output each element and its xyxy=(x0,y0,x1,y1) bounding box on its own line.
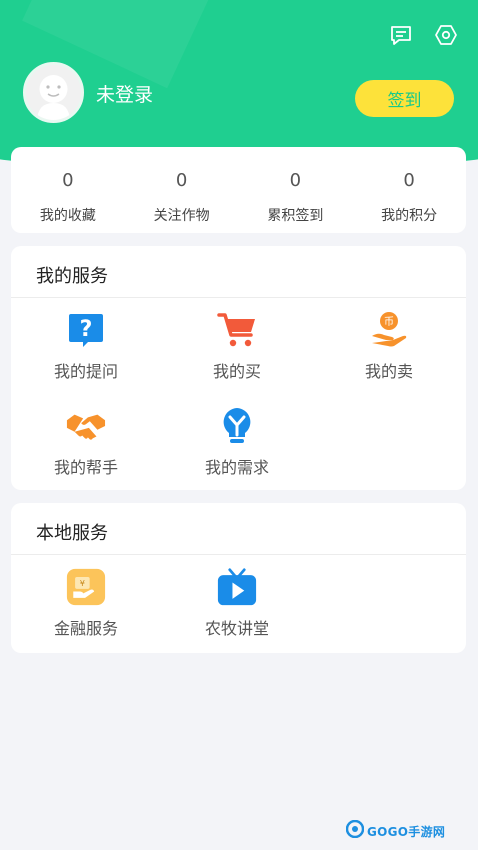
service-label: 我的需求 xyxy=(204,458,269,477)
svg-text:币: 币 xyxy=(384,316,394,328)
cart-icon xyxy=(217,310,257,350)
svg-text:¥: ¥ xyxy=(80,578,85,588)
tv-icon xyxy=(217,567,257,607)
stat-followed-crops[interactable]: 0 关注作物 xyxy=(125,147,239,233)
gogo-logo-icon xyxy=(345,819,365,842)
stat-favorites[interactable]: 0 我的收藏 xyxy=(11,147,125,233)
service-label: 农牧讲堂 xyxy=(204,619,269,638)
section-title: 本地服务 xyxy=(36,523,108,544)
handshake-icon xyxy=(66,406,106,446)
bulb-icon xyxy=(217,406,257,446)
service-my-needs[interactable]: 我的需求 xyxy=(177,406,297,478)
question-icon: ? xyxy=(66,310,106,350)
my-services-card: 我的服务 ? 我的提问 我的买 币 我的卖 我的帮手 我的需求 xyxy=(11,246,466,490)
service-farm-lectures[interactable]: 农牧讲堂 xyxy=(177,567,297,639)
section-title: 我的服务 xyxy=(36,266,108,287)
divider xyxy=(11,554,466,555)
stat-points[interactable]: 0 我的积分 xyxy=(352,147,466,233)
service-my-questions[interactable]: ? 我的提问 xyxy=(26,310,146,382)
stat-label: 累积签到 xyxy=(267,208,324,224)
service-label: 我的买 xyxy=(212,362,261,381)
watermark-text: GOGO手游网 xyxy=(367,824,446,839)
finance-icon: ¥ xyxy=(66,567,106,607)
avatar[interactable] xyxy=(23,62,84,123)
stat-value: 0 xyxy=(403,170,415,191)
service-finance[interactable]: ¥ 金融服务 xyxy=(26,567,146,639)
service-label: 我的卖 xyxy=(364,362,413,381)
service-my-sell[interactable]: 币 我的卖 xyxy=(329,310,449,382)
service-my-helpers[interactable]: 我的帮手 xyxy=(26,406,146,478)
stat-value: 0 xyxy=(175,170,188,191)
message-icon[interactable] xyxy=(388,22,414,48)
local-services-card: 本地服务 ¥ 金融服务 农牧讲堂 xyxy=(11,503,466,653)
signin-button[interactable]: 签到 xyxy=(355,80,454,117)
stat-label: 关注作物 xyxy=(153,208,210,224)
stats-card: 0 我的收藏 0 关注作物 0 累积签到 0 我的积分 xyxy=(11,147,466,233)
stat-label: 我的积分 xyxy=(381,208,438,224)
watermark: GOGO手游网 xyxy=(345,819,446,842)
service-label: 我的提问 xyxy=(53,362,118,381)
stat-value: 0 xyxy=(62,170,74,191)
service-label: 我的帮手 xyxy=(53,458,118,477)
service-label: 金融服务 xyxy=(53,619,118,638)
hand-coin-icon: 币 xyxy=(369,310,409,350)
username[interactable]: 未登录 xyxy=(96,80,153,107)
service-my-buy[interactable]: 我的买 xyxy=(177,310,297,382)
stat-value: 0 xyxy=(289,170,302,191)
settings-icon[interactable] xyxy=(433,22,459,48)
stat-label: 我的收藏 xyxy=(39,208,96,224)
divider xyxy=(11,297,466,298)
svg-text:?: ? xyxy=(80,317,93,342)
stat-signins[interactable]: 0 累积签到 xyxy=(239,147,353,233)
